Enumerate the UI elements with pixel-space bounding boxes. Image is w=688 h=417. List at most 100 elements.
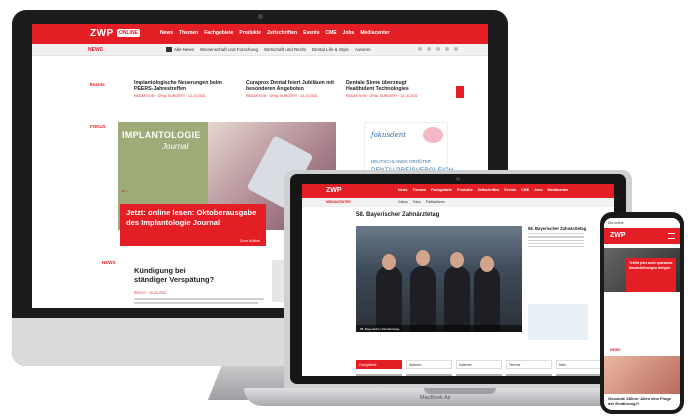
nav-item-zeitschriften[interactable]: Zeitschriften <box>267 30 297 36</box>
person-silhouette <box>376 266 402 332</box>
phone-logo[interactable]: ZWP <box>610 232 626 239</box>
subnav-wissenschaft[interactable]: Wissenschaft und Forschung <box>200 47 258 52</box>
laptop-main-nav: News Themen Fachgebiete Produkte Zeitsch… <box>398 188 568 192</box>
social-icons <box>418 47 458 51</box>
thumbnail[interactable] <box>356 374 402 376</box>
thumbnail[interactable] <box>406 374 452 376</box>
side-article-title[interactable]: 58. Bayerischer Zahnärztetag <box>528 226 588 231</box>
person-head <box>416 250 430 266</box>
laptop-logo[interactable]: ZWP <box>326 187 342 194</box>
hero-title[interactable]: Jetzt: online lesen: Oktoberausgabe des … <box>126 208 260 227</box>
subbar-label: MEDIACENTER <box>326 200 351 204</box>
side-text-line <box>528 246 584 248</box>
phone-hero-text[interactable]: Teilfrit jetzt auch sparsame Neueinführu… <box>629 261 673 270</box>
nav-item-events[interactable]: Events <box>303 30 319 36</box>
news-item[interactable]: Implantologische Neuerungen beim PEERS-J… <box>134 80 222 98</box>
side-text-line <box>528 236 584 238</box>
journal-cover-subtitle: Journal <box>162 142 189 151</box>
laptop-subbar: MEDIACENTER Videos Fotos Publikationen <box>302 198 614 207</box>
nav-item-produkte[interactable]: Produkte <box>239 30 261 36</box>
carousel-dots[interactable]: ● ○ <box>122 188 128 193</box>
subnav-publikationen[interactable]: Publikationen <box>426 200 445 204</box>
nav-item-cme[interactable]: CME <box>326 30 337 36</box>
nav-item-themen[interactable]: Themen <box>412 188 426 192</box>
story-title[interactable]: Kündigung bei ständiger Verspätung? <box>134 266 218 284</box>
nav-item-jobs[interactable]: Jobs <box>534 188 542 192</box>
laptop-tabs: Fachgebiete Aktionen Kalender Termine Me… <box>356 360 602 369</box>
laptop-screen: ZWP News Themen Fachgebiete Produkte Zei… <box>302 184 614 376</box>
thumbnail[interactable] <box>506 374 552 376</box>
news-item-title[interactable]: Implantologische Neuerungen beim PEERS-J… <box>134 80 222 92</box>
desktop-logo-badge: ONLINE <box>117 29 140 37</box>
nav-item-cme[interactable]: CME <box>521 188 529 192</box>
event-photo[interactable]: 58. Bayerischer Zahnärztetag <box>356 226 522 332</box>
subnav-fotos[interactable]: Fotos <box>413 200 421 204</box>
news-item-meta: REDAKTION · ORAL SURGERY · 12.10.2021 <box>134 94 206 98</box>
phone-status-bar: Die.online <box>604 218 680 228</box>
phone-story-title[interactable]: Gesunde Zähne: Alles eine Frage der Ernä… <box>604 394 680 408</box>
nav-item-fachgebiete[interactable]: Fachgebiete <box>431 188 452 192</box>
nav-item-news[interactable]: News <box>398 188 407 192</box>
story-text-line <box>134 298 264 300</box>
person-head <box>450 252 464 268</box>
laptop-thumbnails <box>356 374 602 376</box>
desktop-header: ZWP ONLINE News Themen Fachgebiete Produ… <box>32 24 488 44</box>
nav-item-mediacenter[interactable]: Mediacenter <box>548 188 569 192</box>
subnav-dental-life[interactable]: Dental Life & Style <box>312 47 349 52</box>
search-icon[interactable] <box>454 47 458 51</box>
nav-item-mediacenter[interactable]: Mediacenter <box>360 30 389 36</box>
tab-fachgebiete[interactable]: Fachgebiete <box>356 360 402 369</box>
desktop-logo[interactable]: ZWP <box>90 28 114 39</box>
hero-more-link[interactable]: Zum Artikel <box>240 238 260 243</box>
news-item[interactable]: Dentale Sinne überzeugt Healthident Tech… <box>346 80 434 98</box>
linkedin-icon[interactable] <box>445 47 449 51</box>
tab-kalender[interactable]: Kalender <box>456 360 502 369</box>
desktop-sub-nav: Alle News Wissenschaft und Forschung Wir… <box>166 47 371 52</box>
story-text-line <box>134 302 258 304</box>
section-label-news: NEWS <box>102 260 116 265</box>
nav-item-jobs[interactable]: Jobs <box>343 30 355 36</box>
photo-caption: 58. Bayerischer Zahnärztetag <box>356 325 522 332</box>
side-text-line <box>528 242 584 245</box>
phone-story-image[interactable] <box>604 356 680 396</box>
person-silhouette <box>444 266 470 332</box>
tab-mehr[interactable]: Mehr <box>556 360 602 369</box>
nav-item-produkte[interactable]: Produkte <box>457 188 473 192</box>
nav-item-fachgebiete[interactable]: Fachgebiete <box>204 30 233 36</box>
nav-item-events[interactable]: Events <box>504 188 516 192</box>
tab-termine[interactable]: Termine <box>506 360 552 369</box>
subnav-wirtschaft[interactable]: Wirtschaft und Recht <box>264 47 306 52</box>
monitor-camera <box>258 14 263 19</box>
person-silhouette <box>410 266 436 332</box>
story-meta: RECHT · 10.10.2021 <box>134 291 167 295</box>
person-head <box>480 256 494 272</box>
phone-hero-card[interactable]: Teilfrit jetzt auch sparsame Neueinführu… <box>626 258 676 292</box>
facebook-icon[interactable] <box>418 47 422 51</box>
side-text-line <box>528 233 584 235</box>
thumbnail[interactable] <box>456 374 502 376</box>
subnav-all-news[interactable]: Alle News <box>166 47 194 52</box>
news-item-title[interactable]: Dentale Sinne überzeugt Healthident Tech… <box>346 80 434 92</box>
instagram-icon[interactable] <box>436 47 440 51</box>
section-label-events: Events <box>90 82 105 87</box>
subnav-autoren[interactable]: Autoren <box>355 47 371 52</box>
phone: Die.online ZWP Teilfrit jetzt auch spars… <box>600 212 684 414</box>
news-item[interactable]: Curaprox Dental feiert Jubiläum mit beso… <box>246 80 334 98</box>
news-item-title[interactable]: Curaprox Dental feiert Jubiläum mit beso… <box>246 80 334 92</box>
side-article[interactable]: 58. Bayerischer Zahnärztetag <box>528 226 588 248</box>
journal-cover-title: IMPLANTOLOGIE <box>122 130 201 140</box>
hero-caption[interactable]: Jetzt: online lesen: Oktoberausgabe des … <box>120 204 266 246</box>
phone-header: ZWP <box>604 228 680 244</box>
thumbnail[interactable] <box>556 374 602 376</box>
laptop-bezel: ZWP News Themen Fachgebiete Produkte Zei… <box>290 174 626 384</box>
tab-aktionen[interactable]: Aktionen <box>406 360 452 369</box>
phone-section-label: NEWS <box>610 348 621 352</box>
hamburger-menu-icon[interactable] <box>668 233 675 239</box>
nav-item-themen[interactable]: Themen <box>179 30 198 36</box>
laptop-ad[interactable] <box>528 304 588 340</box>
twitter-icon[interactable] <box>427 47 431 51</box>
nav-item-zeitschriften[interactable]: Zeitschriften <box>478 188 500 192</box>
subnav-videos[interactable]: Videos <box>398 200 408 204</box>
desktop-subbar: NEWS Alle News Wissenschaft und Forschun… <box>32 44 488 56</box>
nav-item-news[interactable]: News <box>160 30 173 36</box>
